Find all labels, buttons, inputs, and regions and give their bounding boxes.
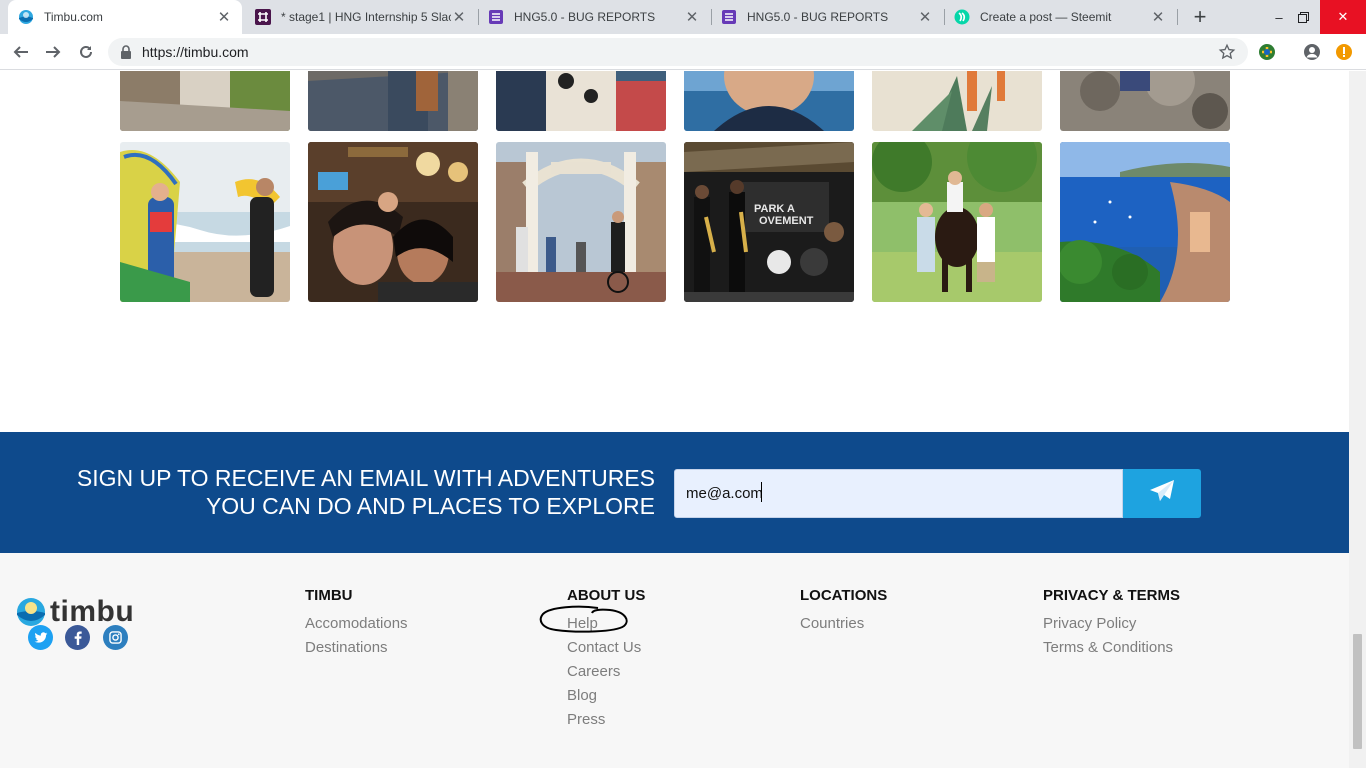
email-input[interactable] [674,469,1123,518]
forward-icon[interactable] [41,40,65,64]
horse-riders-photo[interactable] [872,142,1042,302]
tab-title: * stage1 | HNG Internship 5 Slac [281,10,451,24]
sheets-favicon-icon [721,9,737,25]
extension-icon[interactable] [1257,42,1277,62]
tab-timbu[interactable]: Timbu.com ✕ [8,0,242,34]
footer-heading: LOCATIONS [800,587,888,604]
scrollbar-thumb[interactable] [1353,634,1362,749]
reload-icon[interactable] [74,40,98,64]
footer-link-accomodations[interactable]: Accomodations [305,612,408,636]
tab-strip: Timbu.com ✕ * stage1 | HNG Internship 5 … [0,0,1366,34]
steemit-favicon-icon [954,9,970,25]
tab-title: HNG5.0 - BUG REPORTS [747,10,889,24]
surfers-top-photo[interactable] [120,71,290,131]
bar-selfie-photo[interactable] [308,142,478,302]
footer-heading: PRIVACY & TERMS [1043,587,1180,604]
coastal-bay-photo[interactable] [1060,142,1230,302]
footer-col-locations: LOCATIONS Countries [800,587,887,636]
site-footer: timbu TIMBU Accomodations Destinations A… [0,553,1349,768]
signup-heading: SIGN UP TO RECEIVE AN EMAIL WITH ADVENTU… [40,464,655,520]
sheets-favicon-icon [488,9,504,25]
bookmark-star-icon[interactable] [1218,43,1236,66]
new-tab-icon[interactable]: + [1188,4,1212,29]
tab-close-icon[interactable]: ✕ [216,9,232,26]
brand-name: timbu [50,595,135,628]
footer-col-about-us: ABOUT US Help Contact Us Careers Blog Pr… [567,587,645,732]
signup-heading-line-1: SIGN UP TO RECEIVE AN EMAIL WITH ADVENTU… [76,465,655,491]
footer-heading: TIMBU [305,587,353,604]
footer-link-help[interactable]: Help [567,612,645,636]
timbu-logo[interactable]: timbu [16,595,134,629]
newsletter-signup: SIGN UP TO RECEIVE AN EMAIL WITH ADVENTU… [0,432,1349,553]
tab-close-icon[interactable]: ✕ [684,9,700,26]
footer-col-timbu: TIMBU Accomodations Destinations [305,587,408,660]
footer-link-contact-us[interactable]: Contact Us [567,636,645,660]
browser-toolbar: https://timbu.com [0,34,1366,70]
tab-title: HNG5.0 - BUG REPORTS [514,10,656,24]
timbu-logo-icon [17,598,45,626]
send-button[interactable] [1123,469,1201,518]
signup-heading-line-2: YOU CAN DO AND PLACES TO EXPLORE [205,493,655,519]
rocky-ground-photo[interactable] [1060,71,1230,131]
tab-close-icon[interactable]: ✕ [1150,9,1166,26]
jazz-band-photo[interactable]: PARK A OVEMENT [684,142,854,302]
update-alert-icon[interactable] [1334,42,1354,62]
close-window-icon[interactable]: ✕ [1320,0,1366,34]
tab-title: Timbu.com [44,10,103,24]
svg-text:PARK A: PARK A [754,203,795,215]
footer-link-destinations[interactable]: Destinations [305,636,408,660]
text-caret [761,482,762,502]
tab-title: Create a post — Steemit [980,10,1112,24]
profile-icon[interactable] [1302,42,1322,62]
page-viewport: PARK A OVEMENT SIGN UP TO RECEIVE AN EMAI… [0,71,1349,768]
footer-link-press[interactable]: Press [567,708,645,732]
back-icon[interactable] [9,40,33,64]
address-bar[interactable]: https://timbu.com [108,38,1248,66]
page-scrollbar[interactable] [1349,71,1366,768]
market-stall-photo[interactable] [496,71,666,131]
instagram-icon[interactable] [103,625,128,650]
tab-slack[interactable]: * stage1 | HNG Internship 5 Slac ✕ [245,0,477,34]
facebook-icon[interactable] [65,625,90,650]
agave-beach-photo[interactable] [872,71,1042,131]
timbu-favicon-icon [18,9,34,25]
footer-link-privacy-policy[interactable]: Privacy Policy [1043,612,1180,636]
footer-link-blog[interactable]: Blog [567,684,645,708]
boat-selfie-photo[interactable] [684,71,854,131]
tab-steemit[interactable]: Create a post — Steemit ✕ [944,0,1176,34]
surfers-photo[interactable] [120,142,290,302]
footer-link-countries[interactable]: Countries [800,612,887,636]
svg-text:OVEMENT: OVEMENT [759,215,814,227]
canal-bridge-cyclists-photo[interactable] [496,142,666,302]
footer-link-terms-conditions[interactable]: Terms & Conditions [1043,636,1180,660]
tab-bug-reports-1[interactable]: HNG5.0 - BUG REPORTS ✕ [478,0,710,34]
alley-woman-photo[interactable] [308,71,478,131]
slack-favicon-icon [255,9,271,25]
lock-icon [120,45,132,64]
tab-bug-reports-2[interactable]: HNG5.0 - BUG REPORTS ✕ [711,0,943,34]
twitter-icon[interactable] [28,625,53,650]
footer-link-careers[interactable]: Careers [567,660,645,684]
footer-heading: ABOUT US [567,587,646,604]
tab-close-icon[interactable]: ✕ [451,9,467,26]
tab-close-icon[interactable]: ✕ [917,9,933,26]
paper-plane-icon [1149,479,1175,508]
url-text: https://timbu.com [142,44,249,60]
footer-col-privacy-terms: PRIVACY & TERMS Privacy Policy Terms & C… [1043,587,1180,660]
